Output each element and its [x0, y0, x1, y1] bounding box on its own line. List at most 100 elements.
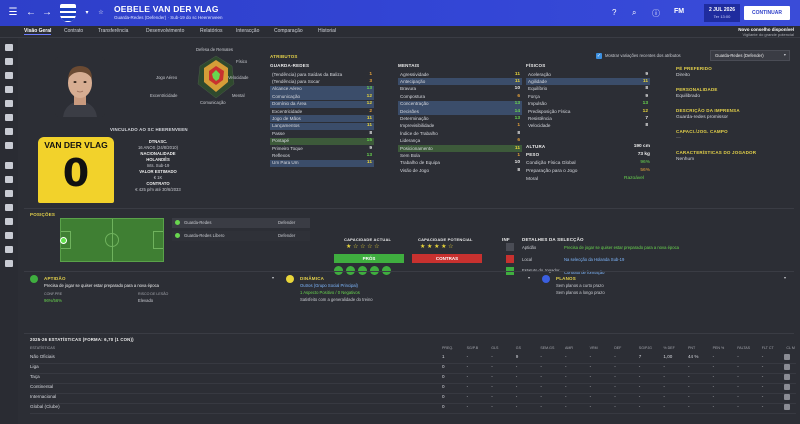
sidebar-report-icon[interactable] [5, 232, 13, 239]
sidebar-club-icon[interactable] [5, 190, 13, 197]
sidebar-finances-icon[interactable] [5, 204, 13, 211]
tab-history[interactable]: Historial [318, 28, 336, 34]
tab-contract[interactable]: Contrato [64, 28, 83, 34]
attribute-row[interactable]: Passe 8 [270, 130, 374, 137]
position-row[interactable]: Guarda-Redes Defender [172, 218, 310, 228]
role-select[interactable]: Guarda-Redes (Defender) ▾ [710, 50, 790, 61]
stats-header[interactable]: SG/P.B [467, 346, 479, 350]
attribute-row[interactable]: Primeiro Toque 9 [270, 145, 374, 152]
menu-icon[interactable]: ☰ [6, 6, 20, 20]
stats-header[interactable]: CL M [786, 346, 794, 350]
attribute-row[interactable]: Velocidade 8 [526, 123, 650, 130]
sidebar-transfers-icon[interactable] [5, 176, 13, 183]
attribute-row[interactable]: Comunicação 12 [270, 93, 374, 101]
attribute-row[interactable]: Decisões 14 [398, 108, 522, 115]
stats-header[interactable]: ESTATÍSTICAS [30, 346, 55, 350]
stats-header[interactable]: AMR [565, 346, 573, 350]
attribute-row[interactable]: Bravura 10 [398, 86, 522, 93]
sidebar-staff-icon[interactable] [5, 86, 13, 93]
attribute-row[interactable]: Resistência 7 [526, 115, 650, 122]
attribute-row[interactable]: Aceleração 9 [526, 71, 650, 78]
chevron-down-icon[interactable]: ▾ [272, 275, 274, 280]
cons-button[interactable]: CONTRAS [412, 254, 482, 263]
info-value[interactable]: Na selecção da Holanda Sub-19 [564, 257, 624, 262]
back-arrow-icon[interactable]: ← [24, 6, 38, 20]
game-date[interactable]: 2 JUL 2026 Ter 13:00 [704, 4, 740, 22]
attribute-row[interactable]: Sem Bola 1 [398, 152, 522, 159]
attribute-row[interactable]: Lançamentos 11 [270, 122, 374, 130]
stats-header[interactable]: VRM [590, 346, 598, 350]
sidebar-scouting-icon[interactable] [5, 162, 13, 169]
dynamics-line1[interactable]: Outros (Grupo Social Principal) [300, 283, 358, 288]
stats-header[interactable]: PEN % [713, 346, 725, 350]
question-icon[interactable]: ? [612, 8, 616, 17]
stats-detail-icon[interactable] [784, 384, 790, 390]
star-icon[interactable]: ☆ [94, 6, 108, 20]
attribute-row[interactable]: Impulsão 13 [526, 101, 650, 108]
stats-header[interactable]: PNT [688, 346, 695, 350]
sidebar-alerts-icon[interactable] [5, 246, 13, 253]
stats-header[interactable]: FLT CT [762, 346, 774, 350]
attribute-row[interactable]: Compostura 6 [398, 93, 522, 100]
sidebar-calendar-icon[interactable] [5, 128, 13, 135]
sidebar-settings-icon[interactable] [5, 260, 13, 267]
attribute-row[interactable]: Jogo de Mãos 11 [270, 115, 374, 123]
attribute-row[interactable]: Determinação 13 [398, 115, 522, 122]
stats-detail-icon[interactable] [784, 354, 790, 360]
attribute-row[interactable]: Excentricidade 2 [270, 108, 374, 115]
position-role[interactable]: Defender [278, 220, 295, 225]
stats-detail-icon[interactable] [784, 364, 790, 370]
chevron-down-icon[interactable]: ▾ [80, 6, 94, 20]
attribute-row[interactable]: Concentração 13 [398, 100, 522, 108]
search-icon[interactable]: ⌕ [632, 8, 636, 18]
pros-button[interactable]: PRÓS [334, 254, 404, 263]
stats-header[interactable]: GLS [491, 346, 498, 350]
attribute-row[interactable]: Antecipação 11 [398, 78, 522, 86]
attribute-row[interactable]: Predisposição Física 12 [526, 108, 650, 115]
stats-header[interactable]: FALTAS [737, 346, 750, 350]
stats-header[interactable]: GS [516, 346, 521, 350]
attribute-row[interactable]: Domínio da Área 12 [270, 100, 374, 108]
chevron-down-icon[interactable]: ▾ [528, 275, 530, 280]
attribute-row[interactable]: Imprevisibilidade 1 [398, 123, 522, 130]
tab-comparison[interactable]: Comparação [274, 28, 303, 34]
stats-detail-icon[interactable] [784, 394, 790, 400]
sidebar-squad-icon[interactable] [5, 72, 13, 79]
attribute-row[interactable]: Agilidade 11 [526, 78, 650, 86]
attribute-row[interactable]: Visão de Jogo 8 [398, 167, 522, 174]
stats-detail-icon[interactable] [784, 374, 790, 380]
attribute-row[interactable]: Liderança 6 [398, 138, 522, 145]
position-row[interactable]: Guarda-Redes Líbero Defender [172, 231, 310, 241]
attribute-row[interactable]: Força 9 [526, 93, 650, 100]
attribute-row[interactable]: Pontapé 15 [270, 137, 374, 145]
tab-interaction[interactable]: Interacção [236, 28, 259, 34]
attribute-row[interactable]: Posicionamento 11 [398, 145, 522, 152]
stats-detail-icon[interactable] [784, 404, 790, 410]
forward-arrow-icon[interactable]: → [40, 6, 54, 20]
tab-overview[interactable]: Visão Geral [24, 28, 52, 35]
tab-reports[interactable]: Relatórios [200, 28, 223, 34]
stats-header[interactable]: SEM.GS [540, 346, 554, 350]
tab-transfer[interactable]: Transferência [98, 28, 128, 34]
attribute-row[interactable]: Agressividade 11 [398, 71, 522, 78]
chevron-down-icon[interactable]: ▾ [784, 275, 786, 280]
stats-header[interactable]: DEF [614, 346, 621, 350]
attribute-row[interactable]: Equilíbrio 8 [526, 86, 650, 93]
attribute-row[interactable]: (Tendência) para Saídas da Baliza 1 [270, 71, 374, 78]
sidebar-inbox-icon[interactable] [5, 58, 13, 65]
attribute-row[interactable]: Trabalho de Equipa 10 [398, 160, 522, 167]
show-changes-checkbox[interactable]: ✓ [596, 53, 602, 59]
attribute-row[interactable]: Reflexos 13 [270, 152, 374, 159]
sidebar-dev-centre-icon[interactable] [5, 218, 13, 225]
sidebar-medical-icon[interactable] [5, 114, 13, 121]
sidebar-training-icon[interactable] [5, 100, 13, 107]
stats-header[interactable]: % DEF [663, 346, 674, 350]
sidebar-competitions-icon[interactable] [5, 142, 13, 149]
fm-logo[interactable]: FM [674, 8, 684, 15]
attribute-row[interactable]: Índice de Trabalho 8 [398, 130, 522, 137]
position-role[interactable]: Defender [278, 233, 295, 238]
attribute-row[interactable]: (Tendência) para Socar 3 [270, 78, 374, 85]
sidebar-home-icon[interactable] [5, 44, 13, 51]
continue-button[interactable]: CONTINUAR [744, 6, 790, 20]
info-icon[interactable]: ⓘ [652, 8, 660, 19]
